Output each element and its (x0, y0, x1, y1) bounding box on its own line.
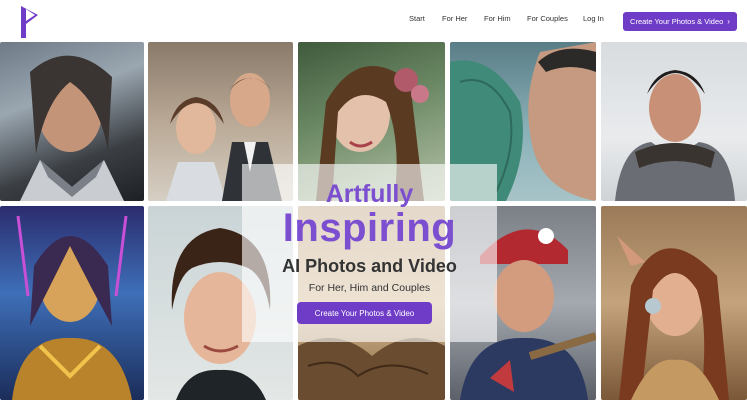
portrait-warrior-art (20, 55, 124, 201)
hero-title-inspiring: Inspiring (282, 206, 457, 250)
nav-item-for-him[interactable]: For Him (484, 14, 511, 23)
portrait-elf-art (617, 236, 729, 400)
portrait-armor-fur-art (615, 70, 735, 201)
portrait-warrior-man-armor[interactable] (0, 42, 144, 201)
create-photos-button[interactable]: Create Your Photos & Video › (623, 12, 737, 31)
nav-item-log-in[interactable]: Log In (583, 14, 604, 23)
portrait-elf-woman[interactable] (601, 206, 747, 400)
create-photos-label: Create Your Photos & Video (630, 17, 724, 26)
portrait-woman-neon-armor[interactable] (0, 206, 144, 400)
chevron-right-icon: › (727, 17, 730, 26)
hero-subtitle: AI Photos and Video (282, 256, 457, 276)
site-header: Start For Her For Him For Couples Log In… (0, 0, 747, 42)
nav-item-for-couples[interactable]: For Couples (527, 14, 568, 23)
hero-create-photos-button[interactable]: Create Your Photos & Video (297, 302, 432, 324)
hero-tagline: For Her, Him and Couples (308, 282, 431, 294)
hero-title-artfully: Artfully (325, 180, 414, 208)
portrait-man-armor-fur[interactable] (601, 42, 747, 201)
hero-panel: Artfully Inspiring AI Photos and Video F… (242, 164, 497, 342)
portrait-neon-armor-art (12, 215, 132, 400)
nav-item-for-her[interactable]: For Her (442, 14, 467, 23)
nav-item-start[interactable]: Start (409, 14, 425, 23)
